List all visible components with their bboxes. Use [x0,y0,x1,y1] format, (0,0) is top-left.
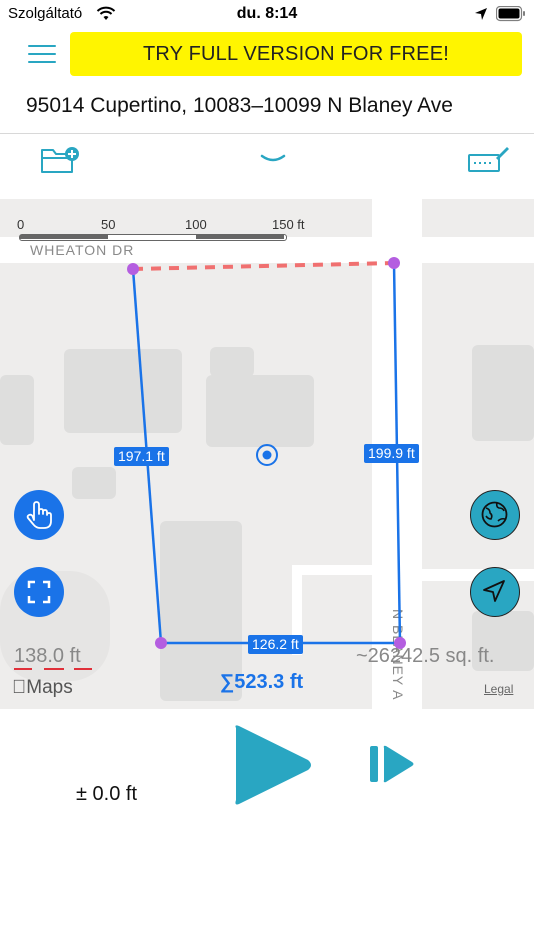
vertex [388,257,400,269]
battery-icon [496,6,525,22]
address-label: 95014 Cupertino, 10083–10099 N Blaney Av… [26,94,453,117]
area-readout: ~26242.5 sq. ft. [356,645,495,667]
globe-icon [481,501,508,528]
hand-mode-button[interactable] [14,490,64,540]
app-screen: Szolgáltató du. 8:14 TRY FULL VERSION FO… [0,0,534,950]
chevron-down-icon[interactable] [259,152,287,166]
play-icon[interactable] [226,720,318,810]
menu-button[interactable] [24,40,60,68]
apple-icon:  [12,677,26,698]
total-distance: ∑523.3 ft [220,671,304,693]
dashed-closing-segment [132,261,395,271]
vertex [127,263,139,275]
locate-me-button[interactable] [470,567,520,617]
location-services-icon [475,8,487,20]
clock: du. 8:14 [236,5,298,22]
fit-screen-button[interactable] [14,567,64,617]
spellcheck-underline [14,668,92,670]
try-full-version-button[interactable]: TRY FULL VERSION FOR FREE! [70,32,522,76]
location-arrow-icon [483,580,505,602]
ruler-pencil-icon[interactable] [466,144,510,176]
segment-label-right: 199.9 ft [364,444,419,463]
vertex [155,637,167,649]
segment-label-bottom: 126.2 ft [248,635,303,654]
legal-link[interactable]: Legal [484,682,513,696]
map-view[interactable]: 0 50 100 150 ft WHEATON DR N BLANEY A 19… [0,199,534,709]
map-type-button[interactable] [470,490,520,540]
tolerance-readout: ± 0.0 ft [76,783,138,805]
fit-screen-icon [27,580,51,604]
maps-logo: Maps [12,677,73,698]
perimeter-readout: 138.0 ft [14,645,81,667]
segment-label-left: 197.1 ft [114,447,169,466]
status-bar: Szolgáltató du. 8:14 [0,0,534,30]
hand-pointer-icon [26,501,52,529]
folder-add-icon[interactable] [40,144,80,176]
step-forward-icon[interactable] [366,738,418,790]
divider [0,133,534,134]
measurement-overlay [127,257,406,649]
